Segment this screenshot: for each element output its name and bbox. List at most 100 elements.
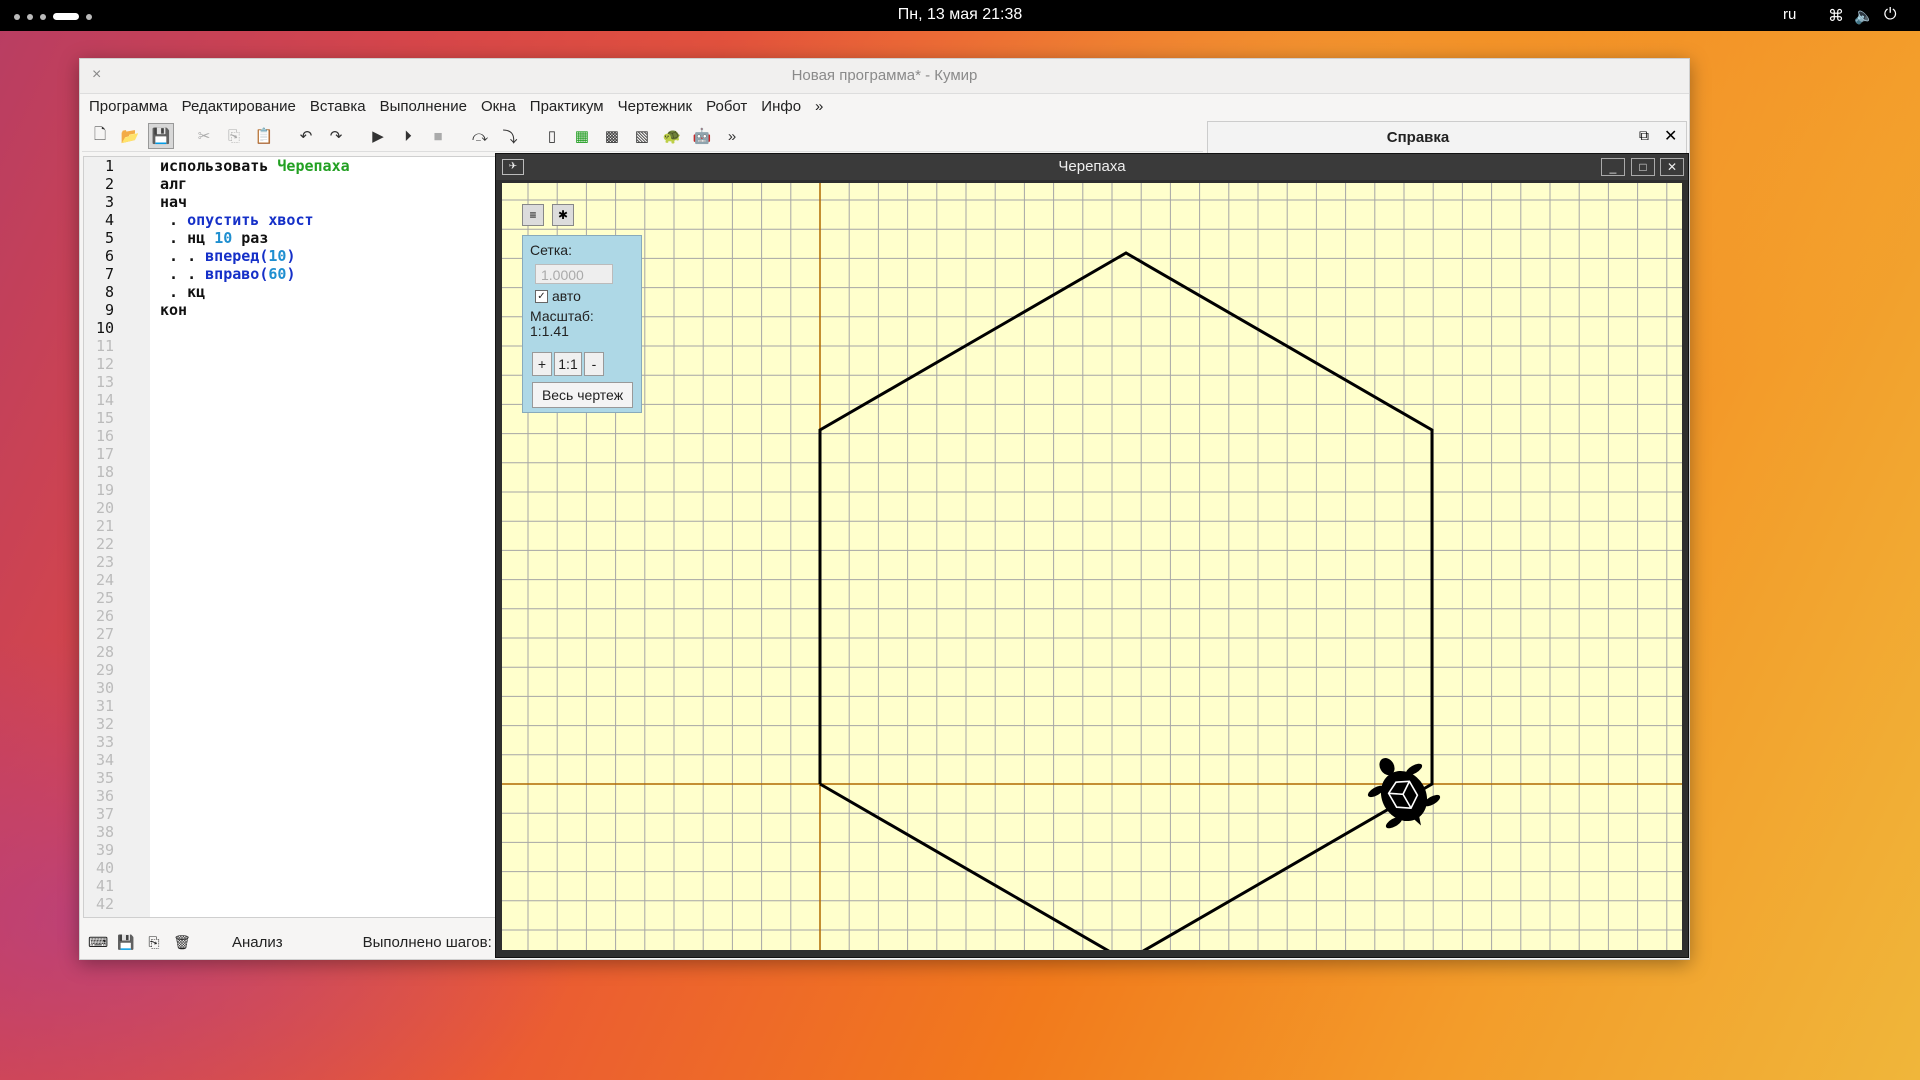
line-number: 1 bbox=[104, 157, 114, 175]
turtle-canvas[interactable]: ≡ ✱ Сетка: 1.0000 ✓ авто Масштаб: 1:1.41… bbox=[502, 183, 1682, 950]
line-number: 3 bbox=[104, 193, 114, 211]
line-number: 9 bbox=[104, 301, 114, 319]
clock[interactable]: Пн, 13 мая 21:38 bbox=[0, 6, 1920, 24]
auto-label: авто bbox=[552, 288, 581, 304]
copy-icon[interactable]: ⎘ bbox=[222, 124, 246, 148]
trash-icon[interactable]: 🗑 bbox=[172, 934, 192, 951]
line-number: 4 bbox=[104, 211, 114, 229]
stop-icon[interactable]: ■ bbox=[426, 124, 450, 148]
menu-info[interactable]: Инфо bbox=[754, 98, 808, 115]
minimize-icon[interactable]: _ bbox=[1601, 158, 1625, 176]
turtle-drawing bbox=[502, 183, 1682, 950]
keyboard-layout[interactable]: ru bbox=[1783, 6, 1796, 23]
menu-edit[interactable]: Редактирование bbox=[175, 98, 303, 115]
line-number: 34 bbox=[95, 751, 114, 769]
view-settings-panel: Сетка: 1.0000 ✓ авто Масштаб: 1:1.41 + 1… bbox=[522, 235, 642, 413]
cut-icon[interactable]: ✂ bbox=[192, 124, 216, 148]
line-number: 32 bbox=[95, 715, 114, 733]
menu-icon[interactable]: ≡ bbox=[522, 204, 544, 226]
paste-icon[interactable]: 📋 bbox=[252, 124, 276, 148]
menu-practicum[interactable]: Практикум bbox=[523, 98, 611, 115]
checkbox-mark-icon[interactable]: ✓ bbox=[535, 289, 548, 303]
turtle-settings-icon[interactable]: ✱ bbox=[552, 204, 574, 226]
copy-output-icon[interactable]: ⎘ bbox=[144, 934, 164, 951]
redo-icon[interactable]: ↷ bbox=[324, 124, 348, 148]
power-icon[interactable]: ⏻ bbox=[1884, 6, 1897, 26]
line-number: 13 bbox=[95, 373, 114, 391]
line-number: 18 bbox=[95, 463, 114, 481]
undo-icon[interactable]: ↶ bbox=[294, 124, 318, 148]
menu-insert[interactable]: Вставка bbox=[303, 98, 373, 115]
menu-program[interactable]: Программа bbox=[80, 98, 175, 115]
menu-run[interactable]: Выполнение bbox=[373, 98, 474, 115]
line-number-gutter: 1 2 3 4 5 6 7 8 9 10 11 12 13 14 15 16 17 18 19 20 21 22 23 24 2… bbox=[84, 157, 150, 917]
fit-drawing-button[interactable]: Весь чертеж bbox=[532, 382, 633, 408]
step-into-icon[interactable]: ⤵ bbox=[498, 124, 522, 148]
zoom-in-button[interactable]: + bbox=[532, 352, 552, 376]
line-number: 21 bbox=[95, 517, 114, 535]
turtle-icon bbox=[1367, 758, 1441, 829]
variables-icon[interactable]: ▯ bbox=[540, 124, 564, 148]
new-file-icon[interactable]: 🗋 bbox=[88, 124, 112, 148]
line-number: 26 bbox=[95, 607, 114, 625]
code-line[interactable]: . нц 10 раз bbox=[160, 229, 350, 247]
grid-label: Сетка: bbox=[530, 242, 572, 258]
close-icon[interactable]: ✕ bbox=[1660, 158, 1684, 176]
line-number: 6 bbox=[104, 247, 114, 265]
undock-icon[interactable]: ⧉ bbox=[1639, 127, 1649, 144]
close-icon[interactable]: ✕ bbox=[1664, 126, 1677, 146]
line-number: 20 bbox=[95, 499, 114, 517]
run-step-icon[interactable]: ⏵ bbox=[396, 124, 420, 148]
line-number: 16 bbox=[95, 427, 114, 445]
line-number: 24 bbox=[95, 571, 114, 589]
code-text[interactable]: использовать Черепаха алг нач . опустить… bbox=[160, 157, 350, 319]
system-tray[interactable]: ⌘ 🔈 ⏻ bbox=[1828, 6, 1897, 26]
scale-value: 1:1.41 bbox=[530, 323, 569, 339]
line-number: 11 bbox=[95, 337, 114, 355]
code-line[interactable]: нач bbox=[160, 193, 350, 211]
menu-draftsman[interactable]: Чертежник bbox=[611, 98, 700, 115]
menu-bar: Программа Редактирование Вставка Выполне… bbox=[80, 93, 1689, 119]
step-over-icon[interactable]: ⤼ bbox=[468, 124, 492, 148]
zoom-out-button[interactable]: - bbox=[584, 352, 604, 376]
line-number: 29 bbox=[95, 661, 114, 679]
grid-step-input[interactable]: 1.0000 bbox=[535, 264, 613, 284]
turtle-window-titlebar[interactable]: ✈ Черепаха _ □ ✕ bbox=[496, 154, 1688, 180]
code-line[interactable]: . . вперед(10) bbox=[160, 247, 350, 265]
analysis-label: Анализ bbox=[232, 933, 283, 951]
console-icon[interactable]: ⌨ bbox=[88, 934, 108, 951]
network-icon[interactable]: ⌘ bbox=[1828, 6, 1844, 26]
run-icon[interactable]: ▶ bbox=[366, 124, 390, 148]
table-icon[interactable]: ▩ bbox=[600, 124, 624, 148]
line-number: 25 bbox=[95, 589, 114, 607]
save-output-icon[interactable]: 💾 bbox=[116, 934, 136, 951]
code-line[interactable]: . кц bbox=[160, 283, 350, 301]
code-line[interactable]: использовать Черепаха bbox=[160, 157, 350, 175]
line-number: 5 bbox=[104, 229, 114, 247]
code-line[interactable]: алг bbox=[160, 175, 350, 193]
turtle-window: ✈ Черепаха _ □ ✕ ≡ ✱ Сетка: 1.0000 ✓ авт… bbox=[495, 153, 1689, 958]
toolbar-overflow-icon[interactable]: » bbox=[720, 124, 744, 148]
window-titlebar[interactable]: × Новая программа* - Кумир bbox=[80, 59, 1689, 94]
maximize-icon[interactable]: □ bbox=[1631, 158, 1655, 176]
menu-windows[interactable]: Окна bbox=[474, 98, 523, 115]
menu-robot[interactable]: Робот bbox=[699, 98, 754, 115]
help-title: Справка bbox=[1386, 129, 1450, 146]
grid-icon[interactable]: ▦ bbox=[570, 124, 594, 148]
code-line[interactable]: . . вправо(60) bbox=[160, 265, 350, 283]
menu-overflow[interactable]: » bbox=[808, 98, 830, 115]
code-editor[interactable]: 1 2 3 4 5 6 7 8 9 10 11 12 13 14 15 16 17 18 19 20 21 22 23 24 2… bbox=[83, 156, 505, 918]
robot-icon[interactable]: 🤖 bbox=[690, 124, 714, 148]
save-icon[interactable]: 💾 bbox=[148, 123, 174, 149]
chart-icon[interactable]: ▧ bbox=[630, 124, 654, 148]
line-number: 12 bbox=[95, 355, 114, 373]
open-folder-icon[interactable]: 📂 bbox=[118, 124, 142, 148]
turtle-trail bbox=[818, 251, 1434, 950]
auto-checkbox[interactable]: ✓ авто bbox=[535, 288, 581, 304]
code-line[interactable]: кон bbox=[160, 301, 350, 319]
volume-icon[interactable]: 🔈 bbox=[1854, 6, 1874, 26]
line-number: 15 bbox=[95, 409, 114, 427]
zoom-reset-button[interactable]: 1:1 bbox=[554, 352, 582, 376]
turtle-icon[interactable]: 🐢 bbox=[660, 124, 684, 148]
code-line[interactable]: . опустить хвост bbox=[160, 211, 350, 229]
